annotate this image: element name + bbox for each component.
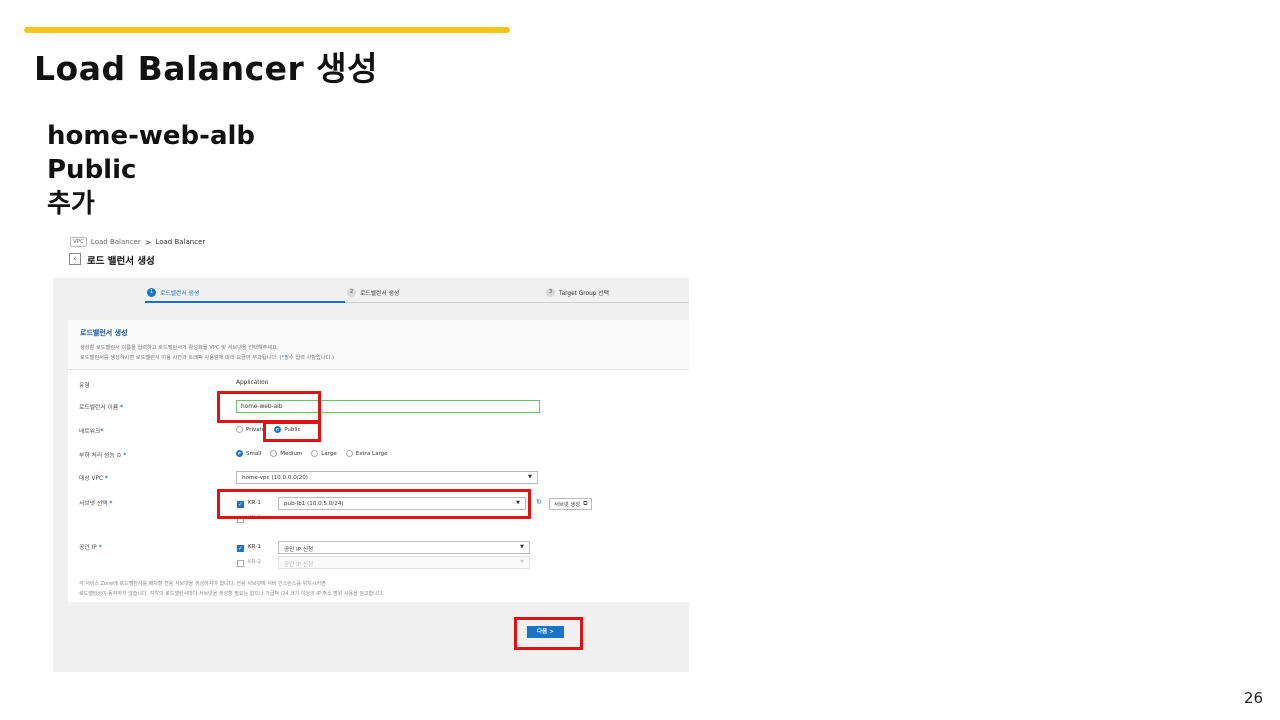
section-header: 로드밸런서 생성 생성할 로드밸런서 이름을 입력하고 로드밸런서가 활성화될 … [68, 320, 689, 370]
section-title: 로드밸런서 생성 [80, 329, 128, 337]
caret-down-icon: ▼ [520, 559, 524, 565]
section-desc-2-text: 로드밸런서를 생성하시면 로드밸런서 이용 시간과 트래픽 사용량에 따라 요금… [80, 355, 282, 361]
radio-dot [236, 450, 243, 457]
public-ip-kr2-select: 공인 IP 신청 ▼ [278, 556, 530, 569]
check-icon: ✓ [238, 545, 244, 552]
vpc-select[interactable]: home-vpc (10.0.0.0/20) ▼ [236, 471, 538, 484]
breadcrumb: VPC Load Balancer > Load Balancer [70, 237, 205, 247]
step-progress-line [145, 301, 345, 303]
breadcrumb-item-current: Load Balancer [155, 238, 206, 246]
performance-radio-large[interactable]: Large [311, 450, 337, 457]
chevron-left-icon: ‹ [73, 254, 77, 263]
page-number: 26 [1243, 689, 1263, 707]
section-desc-2: 로드밸런서를 생성하시면 로드밸런서 이용 시간과 트래픽 사용량에 따라 요금… [80, 353, 677, 363]
highlight-next-button [514, 617, 583, 650]
required-mark: * [109, 501, 113, 507]
footnote-2: 로드밸런싱이 동작하지 않습니다. 각각의 로드밸런서마다 서브넷을 생성할 필… [79, 591, 384, 597]
performance-radio-medium[interactable]: Medium [270, 450, 302, 457]
performance-radio-extra-large[interactable]: Extra Large [345, 450, 388, 457]
highlight-name-input [217, 391, 321, 423]
section-desc-1: 생성할 로드밸런서 이름을 입력하고 로드밸런서가 활성화될 VPC 및 서브넷… [80, 345, 279, 351]
public-ip-kr2-label: KR-2 [248, 559, 261, 565]
info-icon[interactable]: ⊙ [117, 453, 122, 459]
public-ip-label: 공인 IP * [79, 542, 102, 551]
vpc-select-value: home-vpc (10.0.0.0/20) [242, 475, 308, 481]
required-mark: * [123, 453, 127, 459]
form-card: 로드밸런서 생성 생성할 로드밸런서 이름을 입력하고 로드밸런서가 활성화될 … [68, 320, 689, 602]
required-mark: * [100, 429, 104, 435]
performance-label: 부하 처리 성능 ⊙ * [79, 450, 126, 459]
page-title: 로드 밸런서 생성 [87, 256, 155, 267]
public-ip-kr1-select[interactable]: 공인 IP 신청 ▼ [278, 541, 530, 554]
subnet-label: 서브넷 선택 * [79, 498, 112, 507]
footnote-1: 각 서비스 Zone에 로드밸런서를 배치할 전용 서브넷을 생성하셔야 합니다… [79, 581, 326, 587]
vpc-label-text: 대상 VPC [79, 476, 104, 482]
caret-down-icon: ▼ [528, 474, 532, 480]
performance-label-text: 부하 처리 성능 [79, 453, 115, 459]
section-desc-2-tail: 필수 입력 사항입니다.) [284, 355, 335, 361]
step-label: 로드밸런서 생성 [360, 291, 400, 297]
type-value: Application [236, 380, 269, 386]
required-mark: * [98, 545, 102, 551]
note-load-balancer-name: home-web-alb [47, 121, 256, 151]
radio-dot [345, 450, 353, 457]
title-accent-bar [24, 27, 510, 33]
caret-down-icon: ▼ [520, 544, 524, 550]
public-ip-kr1-value: 공인 IP 신청 [284, 547, 314, 553]
breadcrumb-separator: > [144, 237, 152, 247]
external-link-icon: ⧉ [583, 500, 588, 507]
breadcrumb-item[interactable]: Load Balancer [91, 238, 141, 246]
step-label: Target Group 선택 [559, 291, 609, 297]
public-ip-kr1-checkbox[interactable]: ✓ [237, 545, 244, 552]
radio-label: Extra Large [355, 450, 388, 457]
vpc-label: 대상 VPC * [79, 473, 108, 482]
highlight-public-radio [263, 421, 321, 442]
required-mark: * [120, 405, 124, 411]
back-button[interactable]: ‹ [69, 253, 81, 265]
subnet-label-text: 서브넷 선택 [79, 501, 108, 507]
name-label: 로드밸런서 이름 * [79, 402, 123, 411]
public-ip-kr2-checkbox[interactable] [237, 560, 244, 567]
name-label-text: 로드밸런서 이름 [79, 405, 119, 411]
network-radio-private[interactable]: Private [236, 426, 265, 433]
performance-radio-small[interactable]: Small [236, 450, 261, 457]
step-1: 1 로드밸런서 생성 [147, 288, 199, 297]
console-header: VPC Load Balancer > Load Balancer ‹ 로드 밸… [53, 230, 689, 278]
slide-title: Load Balancer 생성 [34, 49, 378, 88]
radio-dot [236, 426, 243, 433]
highlight-subnet-select [217, 489, 531, 519]
step-3: 3 Target Group 선택 [546, 288, 609, 297]
step-number: 2 [347, 288, 356, 297]
vpc-chip: VPC [70, 237, 87, 247]
public-ip-kr1-label: KR-1 [248, 544, 261, 550]
step-2: 2 로드밸런서 생성 [347, 288, 399, 297]
note-network-type: Public [47, 155, 137, 185]
console-screenshot: VPC Load Balancer > Load Balancer ‹ 로드 밸… [53, 230, 689, 672]
type-label: 유형 [79, 383, 90, 389]
step-label: 로드밸런서 생성 [160, 291, 200, 297]
wizard-stepper: 1 로드밸런서 생성 2 로드밸런서 생성 3 Target Group 선택 [53, 286, 689, 306]
radio-dot [270, 450, 278, 457]
performance-radio-group: Small Medium Large Extra Large [236, 450, 388, 457]
public-ip-label-text: 공인 IP [79, 545, 97, 551]
radio-dot [311, 450, 319, 457]
required-mark: * [104, 476, 108, 482]
slide-notes: home-web-alb Public 추가 [47, 119, 255, 221]
radio-label: Large [321, 450, 337, 457]
network-label: 네트워크* [79, 426, 103, 435]
step-number: 3 [546, 288, 555, 297]
create-subnet-button[interactable]: 서브넷 생성 ⧉ [549, 498, 593, 510]
public-ip-kr2-value: 공인 IP 신청 [284, 562, 314, 568]
step-track-line [345, 302, 689, 303]
note-add: 추가 [47, 189, 95, 219]
step-number: 1 [147, 288, 156, 297]
radio-label: Medium [280, 450, 303, 457]
create-subnet-label: 서브넷 생성 [554, 502, 581, 508]
radio-label: Small [246, 450, 262, 457]
network-label-text: 네트워크 [79, 429, 101, 435]
refresh-icon[interactable]: ↻ [536, 498, 542, 506]
